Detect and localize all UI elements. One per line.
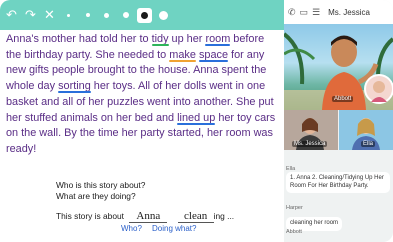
story-segment: Anna's mother had told her to: [6, 33, 152, 45]
whiteboard[interactable]: Anna's mother had told her to tidy up he…: [0, 30, 284, 242]
main-video-tile[interactable]: Abbott: [284, 24, 393, 110]
phone-icon[interactable]: ✆: [288, 7, 296, 18]
chat-sender: Harper: [286, 205, 303, 211]
chat-sender: Abbott: [286, 229, 302, 235]
hint-who: Who?: [121, 224, 142, 233]
main-video-label: Abbott: [332, 96, 354, 102]
answer-who-blank[interactable]: Anna: [129, 210, 168, 223]
sidebar-header: ✆ ▭ ☰ Ms. Jessica: [284, 0, 393, 24]
class-sidebar: ✆ ▭ ☰ Ms. Jessica Abbott Ms. Jessica Ell…: [284, 0, 393, 242]
camera-icon[interactable]: ▭: [300, 7, 309, 18]
pen-size-s-button[interactable]: [80, 5, 95, 25]
people-icon[interactable]: ☰: [312, 7, 320, 18]
pen-size-xl-button[interactable]: [156, 5, 171, 25]
close-icon[interactable]: ✕: [42, 5, 57, 25]
ella-video-label: Ella: [361, 141, 376, 147]
app-window: ↶ ↷ ✕ Anna's mother had told her to tidy…: [0, 0, 393, 242]
questions-block: Who is this story about? What are they d…: [56, 180, 145, 202]
whiteboard-toolbar: ↶ ↷ ✕: [0, 0, 284, 30]
chat-message: Harper cleaning her room: [286, 205, 390, 231]
highlighted-word: make: [169, 48, 196, 61]
question-who: Who is this story about?: [56, 180, 146, 190]
story-segment: up her: [168, 33, 206, 45]
story-text: Anna's mother had told her to tidy up he…: [6, 32, 282, 158]
answer-what-blank[interactable]: clean: [177, 210, 214, 223]
pen-size-selected-button[interactable]: [137, 7, 152, 23]
pen-size-m-button[interactable]: [99, 5, 114, 25]
fill-in-sentence: This story is about Anna clean ing ...: [56, 210, 234, 223]
pen-size-l-button[interactable]: [118, 5, 133, 25]
highlighted-word: room: [205, 33, 231, 45]
fill-suffix: ing ...: [213, 211, 235, 221]
fill-prefix: This story is about: [56, 211, 124, 221]
chat-bubble: 1. Anna 2. Cleaning/Tidying Up Her Room …: [286, 172, 390, 193]
highlighted-word: tidy: [151, 33, 169, 45]
teacher-video-tile[interactable]: Ms. Jessica: [284, 110, 338, 150]
teacher-video-label: Ms. Jessica: [292, 141, 328, 147]
highlighted-word: sorting: [58, 80, 91, 93]
question-what: What are they doing?: [56, 191, 136, 201]
self-view-avatar: [364, 74, 393, 104]
ella-video-tile[interactable]: Ella: [339, 110, 393, 150]
undo-icon[interactable]: ↶: [4, 5, 19, 25]
teacher-name: Ms. Jessica: [328, 7, 370, 17]
highlighted-word: lined up: [177, 111, 216, 124]
chat-message: Ella 1. Anna 2. Cleaning/Tidying Up Her …: [286, 166, 390, 193]
highlighted-word: space: [198, 48, 229, 61]
redo-icon[interactable]: ↷: [23, 5, 38, 25]
chat-message: Abbott: [286, 229, 390, 235]
pen-size-xs-button[interactable]: [61, 5, 76, 25]
hint-what: Doing what?: [152, 224, 197, 233]
